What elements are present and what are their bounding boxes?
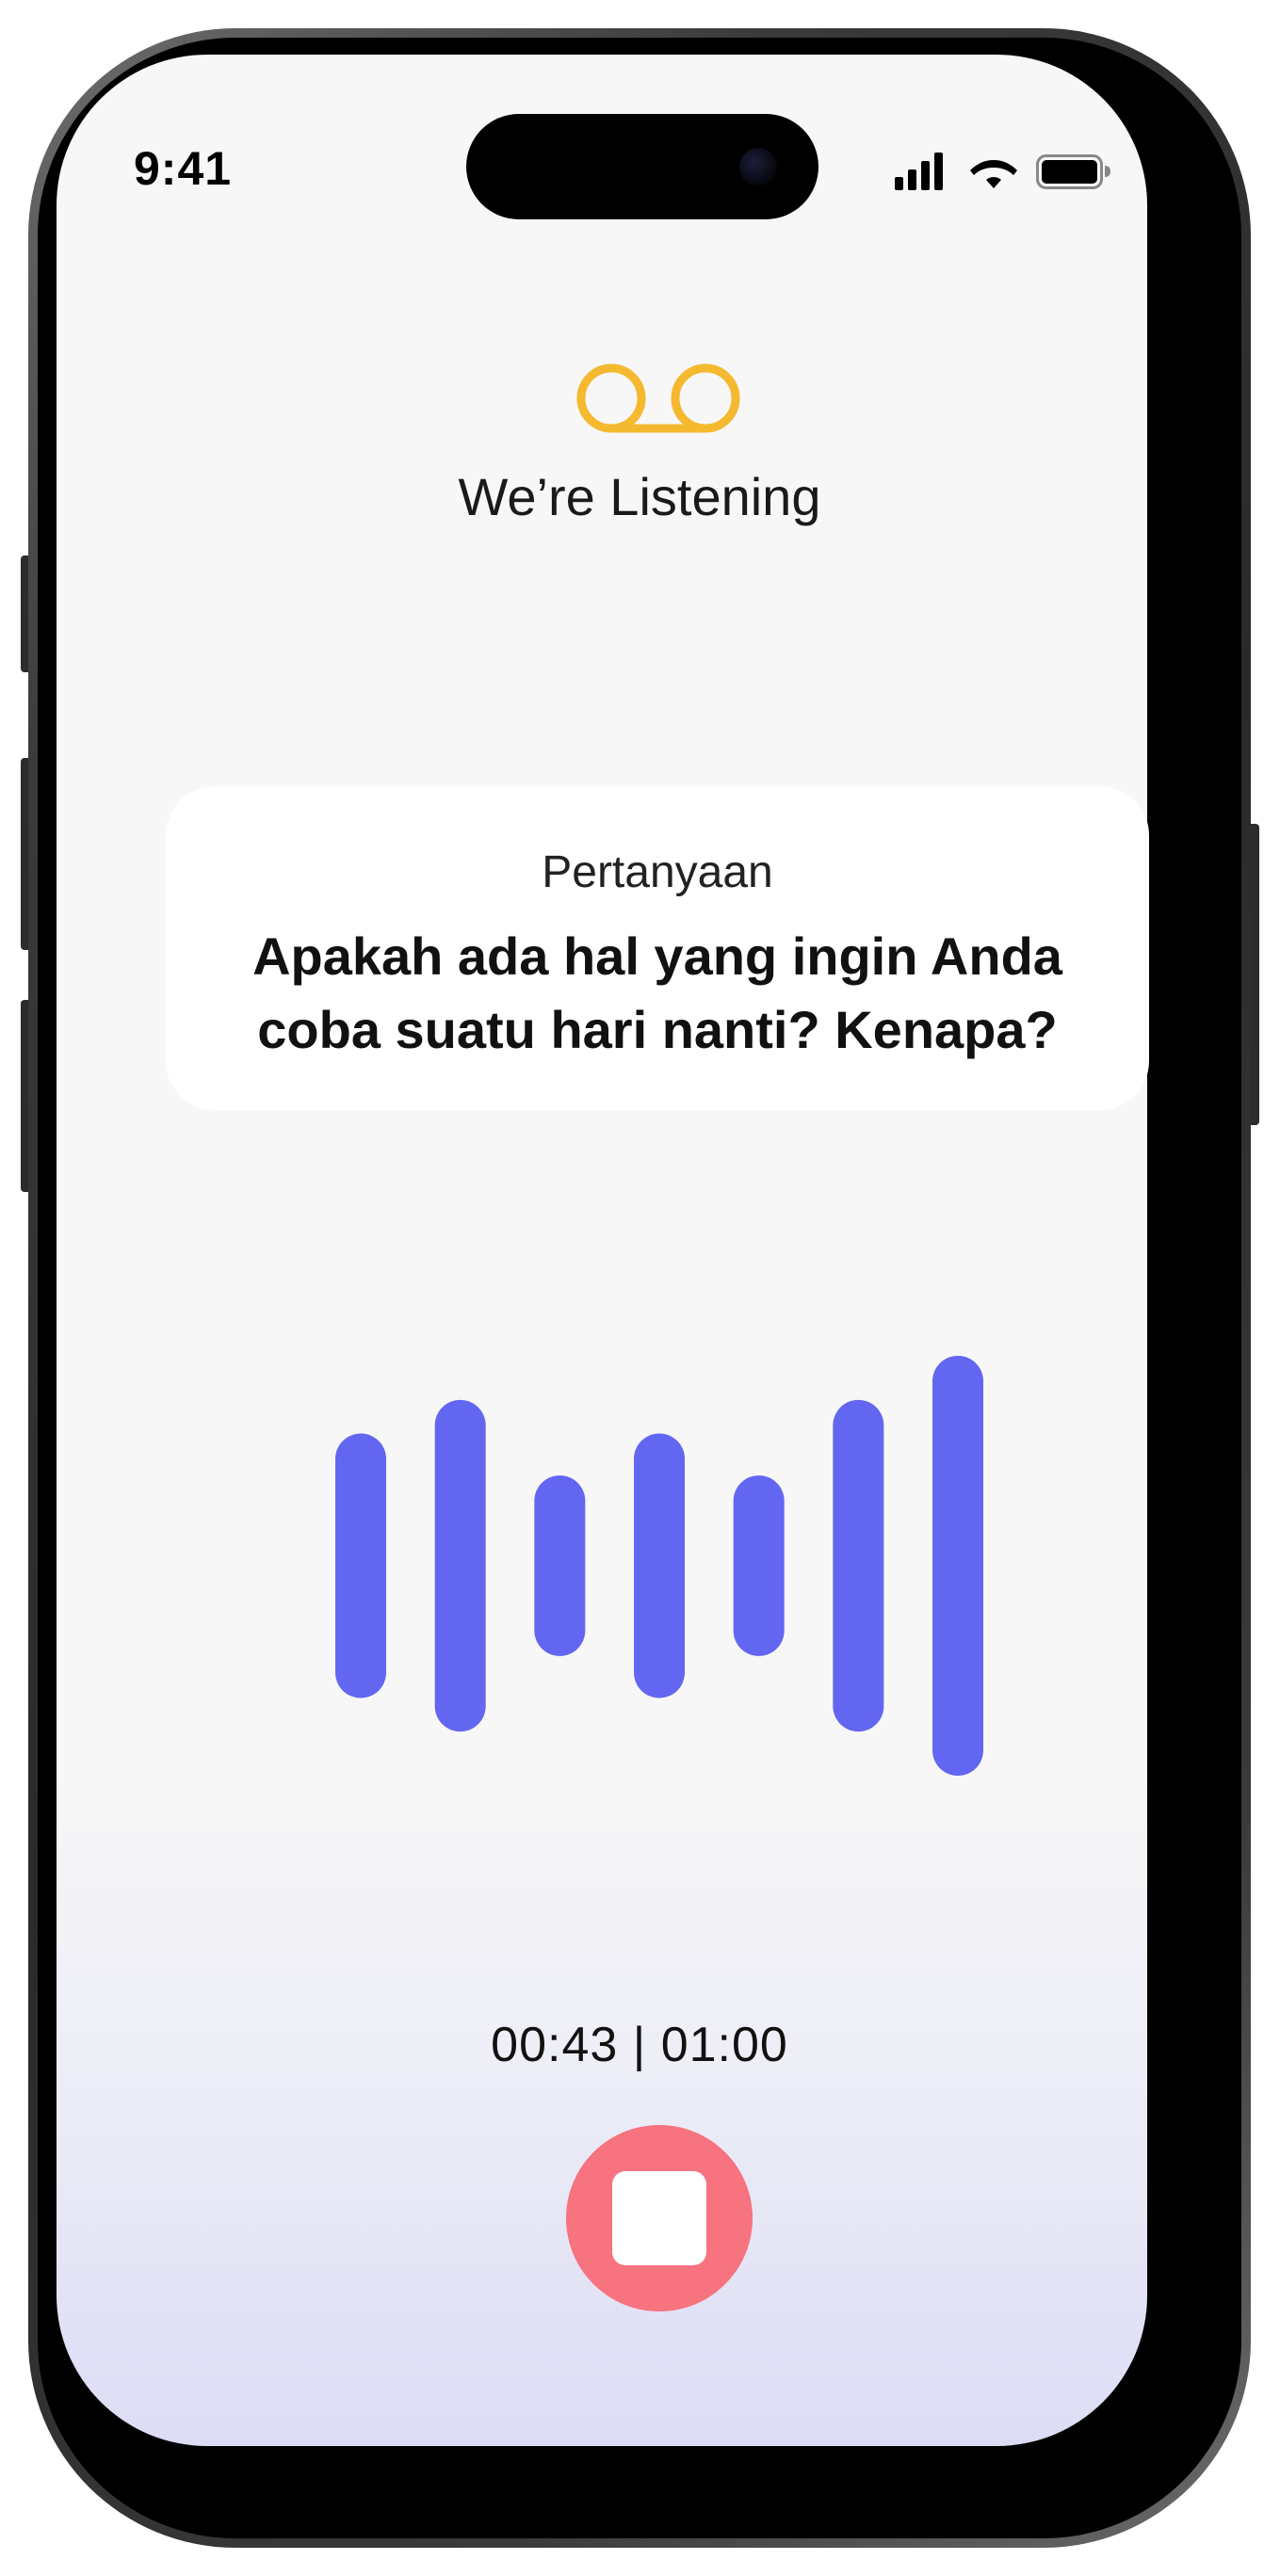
dynamic-island	[466, 114, 818, 219]
battery-icon	[1036, 154, 1110, 189]
recording-timer: 00:43 | 01:00	[491, 2018, 788, 2072]
question-card: Pertanyaan Apakah ada hal yang ingin And…	[166, 786, 1149, 1110]
voicemail-icon	[576, 363, 740, 433]
front-camera	[739, 148, 777, 185]
question-text: Apakah ada hal yang ingin Anda coba suat…	[252, 926, 1062, 1059]
waveform-bar	[434, 1399, 486, 1732]
stop-icon	[612, 2171, 706, 2265]
wifi-icon	[970, 160, 1017, 188]
cellular-signal-icon	[895, 153, 943, 190]
stop-recording-button[interactable]	[566, 2125, 753, 2311]
waveform-bar	[932, 1356, 983, 1776]
waveform-bar	[634, 1433, 685, 1699]
status-time: 9:41	[134, 142, 233, 195]
page-title: We’re Listening	[458, 467, 821, 526]
waveform-bar	[733, 1475, 785, 1656]
audio-waveform	[335, 1356, 983, 1776]
status-icons	[895, 153, 1110, 190]
question-label: Pertanyaan	[542, 847, 773, 897]
waveform-bar	[534, 1475, 586, 1656]
waveform-bar	[833, 1399, 884, 1732]
waveform-bar	[335, 1433, 386, 1699]
